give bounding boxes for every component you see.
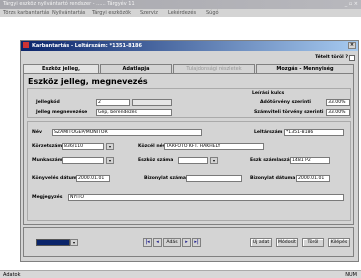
delete-toggle-label: Tételt töröl ?: [315, 55, 348, 60]
kozcel-label: Közcél név: [138, 144, 166, 149]
eszk-szam-field[interactable]: 1481 P2: [290, 157, 330, 164]
tab-mozgas-label: Mozgás - Mennyiség: [276, 66, 334, 72]
jellegkod-desc-field: [132, 99, 172, 106]
close-icon[interactable]: ×: [348, 42, 356, 49]
jellegmeg-field[interactable]: Gép, berendezés: [96, 109, 172, 116]
korzet-value: 836/110: [64, 144, 84, 149]
menu-item-lekerd[interactable]: Lekérdezés: [168, 10, 196, 16]
leltar-label: Leltárszám: [254, 130, 283, 135]
section-title: Eszköz jelleg, megnevezés: [28, 77, 148, 86]
delete-button[interactable]: Töröl: [302, 238, 324, 247]
jellegmeg-value: Gép, berendezés: [98, 110, 137, 115]
konyveles-label: Könyvelés dátuma: [32, 176, 80, 181]
menu-item-szerviz[interactable]: Szerviz: [140, 10, 158, 16]
bottom-bar: ▾ |◂ ◂ Adás ▸ ▸| Új adat Módosít Töröl K…: [23, 227, 354, 257]
menu-item-targyi[interactable]: Tárgyi eszközök: [92, 10, 131, 16]
first-record-icon[interactable]: |◂: [143, 238, 152, 247]
tab-mozgas[interactable]: Mozgás - Mennyiség: [256, 64, 354, 73]
eszk-szam-label: Eszk számlaszám: [250, 158, 295, 163]
delete-toggle-checkbox[interactable]: [349, 55, 355, 61]
tab-tulajdonsag-label: Tulajdonsági részletek: [186, 66, 242, 72]
app-titlebar: Tárgyi eszköz nyilvántartó rendszer - ..…: [0, 0, 361, 9]
window-controls[interactable]: _ ▫ ×: [345, 1, 358, 7]
tab-tulajdonsag[interactable]: Tulajdonsági részletek: [173, 64, 255, 73]
tab-panel: Eszköz jelleg, megnevezés Jellegkód 2 Je…: [23, 73, 354, 225]
exit-button[interactable]: Kilépés: [328, 238, 350, 247]
new-button[interactable]: Új adat: [250, 238, 272, 247]
megj-field[interactable]: NYITÓ: [68, 194, 344, 201]
nev-field[interactable]: SZÁMÍTÓGÉP/MONITOR: [52, 129, 202, 136]
jellegkod-value: 2: [98, 100, 101, 105]
menu-bar: Törzs karbantartás Nyilvántartás Tárgyi …: [0, 9, 361, 17]
tab-adatlap-label: Adatlapja: [122, 66, 150, 72]
prev-record-icon[interactable]: ◂: [153, 238, 162, 247]
edit-window: Karbantartás - Leltárszám: *1351-8186 × …: [20, 40, 359, 262]
menu-item-torzs[interactable]: Törzs karbantartás: [3, 10, 49, 16]
korzet-field[interactable]: 836/110: [62, 143, 104, 150]
nev-label: Név: [32, 130, 42, 135]
details-group: Név SZÁMÍTÓGÉP/MONITOR Leltárszám *1351-…: [27, 121, 351, 221]
munkaszam-field[interactable]: [62, 157, 104, 164]
tab-jelleg[interactable]: Eszköz jelleg, megnevezés: [23, 64, 99, 80]
record-selector-dropdown-icon[interactable]: ▾: [70, 239, 78, 246]
kozcel-value: TÁRFOTÓ KFT. HAKHELY: [166, 144, 221, 149]
eszkoz-field[interactable]: [178, 157, 208, 164]
edit-window-titlebar: Karbantartás - Leltárszám: *1351-8186 ×: [21, 41, 358, 51]
status-left: Adatok: [3, 272, 21, 278]
szamv-value: 33.00%: [328, 110, 346, 115]
jellegkod-label: Jellegkód: [36, 100, 60, 105]
leltar-value: *1351-8186: [286, 130, 314, 135]
konyveles-field[interactable]: 2000.01.01: [76, 175, 110, 182]
ado-value: 33.00%: [328, 100, 346, 105]
eszkoz-dropdown-icon[interactable]: ▾: [210, 157, 218, 164]
korzet-dropdown-icon[interactable]: ▾: [106, 143, 114, 150]
edit-window-title: Karbantartás - Leltárszám: *1351-8186: [32, 43, 143, 49]
ado-field[interactable]: 33.00%: [326, 99, 350, 106]
szamv-field[interactable]: 33.00%: [326, 109, 350, 116]
jellegmeg-label: Jelleg megnevezése: [36, 110, 88, 115]
biz-datum-label: Bizonylat dátuma: [250, 176, 296, 181]
jelleg-group: Jellegkód 2 Jelleg megnevezése Gép, bere…: [27, 88, 351, 118]
eszk-szam-value: 1481 P2: [292, 158, 311, 163]
biz-datum-value: 2000.01.01: [298, 176, 325, 181]
jellegkod-field[interactable]: 2: [96, 99, 130, 106]
leltar-field[interactable]: *1351-8186: [284, 129, 344, 136]
page-label: Adás: [163, 238, 181, 247]
bizonylat-field[interactable]: [186, 175, 242, 182]
edit-button[interactable]: Módosít: [276, 238, 298, 247]
korzet-label: Körzetszám: [32, 144, 63, 149]
munkaszam-dropdown-icon[interactable]: ▾: [106, 157, 114, 164]
kozcel-field[interactable]: TÁRFOTÓ KFT. HAKHELY: [164, 143, 264, 150]
status-right: NUM: [345, 272, 357, 278]
ado-label: Adótörvény szerinti: [260, 100, 311, 105]
leirasi-kulcs-header: Leírási kulcs: [252, 91, 285, 96]
eszkoz-label: Eszköz száma: [138, 158, 174, 163]
nev-value: SZÁMÍTÓGÉP/MONITOR: [54, 130, 108, 135]
menu-item-sugo[interactable]: Súgó: [206, 10, 219, 16]
megj-value: NYITÓ: [70, 195, 85, 200]
app-title: Tárgyi eszköz nyilvántartó rendszer - ..…: [3, 1, 135, 7]
biz-datum-field[interactable]: 2000.01.01: [296, 175, 330, 182]
szamv-label: Számviteli törvény szerinti: [254, 110, 324, 115]
megj-label: Megjegyzés: [32, 195, 63, 200]
bizonylat-label: Bizonylat száma: [144, 176, 187, 181]
tab-adatlap[interactable]: Adatlapja: [100, 64, 172, 73]
menu-item-nyilv[interactable]: Nyilvántartás: [52, 10, 85, 16]
next-record-icon[interactable]: ▸: [182, 238, 191, 247]
konyveles-value: 2000.01.01: [78, 176, 105, 181]
munkaszam-label: Munkaszám: [32, 158, 63, 163]
record-selector[interactable]: [36, 239, 70, 246]
last-record-icon[interactable]: ▸|: [192, 238, 201, 247]
app-icon: [23, 42, 29, 48]
status-bar: Adatok NUM: [0, 270, 361, 278]
